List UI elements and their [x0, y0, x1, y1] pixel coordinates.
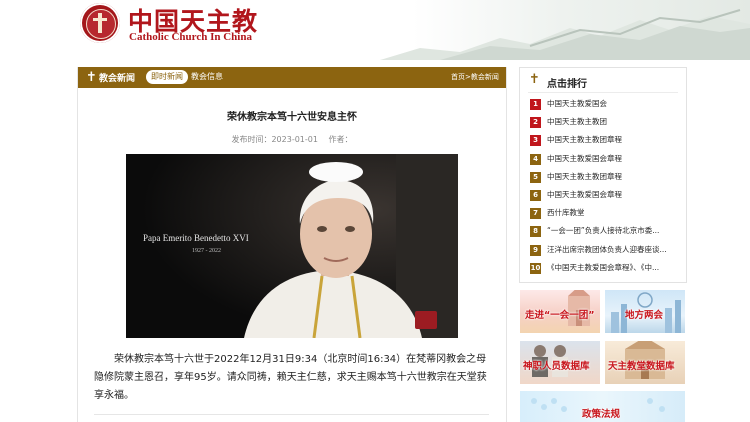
ranking-item[interactable]: 2 中国天主教主教团: [530, 114, 682, 132]
divider: [528, 92, 678, 93]
ranking-link[interactable]: 中国天主教主教团章程: [547, 171, 681, 182]
rank-number-badge: 9: [530, 244, 541, 256]
ranking-link[interactable]: 西什库教堂: [547, 207, 681, 218]
ranking-link[interactable]: 中国天主教主教团: [547, 116, 681, 127]
ranking-item[interactable]: 9 汪洋出席宗教团体负责人迎春座谈...: [530, 242, 682, 260]
banner-one-meeting-one-group[interactable]: 走进“一会一团”: [520, 290, 600, 333]
section-bar: ✝ 教会新闻 即时新闻 教会信息 首页>教会新闻: [78, 67, 506, 88]
logo-seal[interactable]: [80, 3, 120, 43]
tab-church-info[interactable]: 教会信息: [191, 71, 223, 83]
publish-date: 2023-01-01: [271, 135, 318, 144]
banner-label: 神职人员数据库: [523, 361, 590, 372]
article-photo: Papa Emerito Benedetto XVI 1927 - 2022: [126, 154, 458, 338]
ranking-panel: ✝ 点击排行 1 中国天主教爱国会 2 中国天主教主教团 3 中国天主教主教团章程 4 中国天…: [519, 67, 687, 283]
rank-number-badge: 7: [530, 208, 541, 220]
cross-icon: ✝: [529, 72, 540, 87]
banner-local-councils[interactable]: 地方两会: [605, 290, 685, 333]
rank-number-badge: 3: [530, 135, 541, 147]
section-title: 教会新闻: [99, 74, 136, 84]
banner-label: 天主教堂数据库: [608, 361, 675, 372]
ranking-link[interactable]: 中国天主教爱国会: [547, 98, 681, 109]
rank-number-badge: 4: [530, 153, 541, 165]
author-label: 作者：: [328, 135, 353, 144]
cross-icon: ✝: [86, 70, 97, 85]
banner-label: 政策法规: [582, 409, 621, 420]
ranking-list: 1 中国天主教爱国会 2 中国天主教主教团 3 中国天主教主教团章程 4 中国天主教爱国会章程…: [530, 96, 682, 278]
ranking-item[interactable]: 4 中国天主教爱国会章程: [530, 151, 682, 169]
ranking-item[interactable]: 5 中国天主教主教团章程: [530, 169, 682, 187]
ranking-link[interactable]: “一会一团”负责人接待北京市委...: [547, 225, 681, 236]
banner-label: 地方两会: [625, 310, 664, 321]
rank-number-badge: 2: [530, 117, 541, 129]
rank-number-badge: 10: [530, 262, 541, 274]
ranking-link[interactable]: 汪洋出席宗教团体负责人迎春座谈...: [547, 244, 681, 255]
divider: [94, 414, 489, 415]
banner-label: 走进“一会一团”: [525, 310, 595, 321]
ranking-link[interactable]: 《中国天主教爱国会章程》、《中...: [547, 262, 681, 273]
papal-emblem: [415, 311, 437, 329]
banner-policies-regulations[interactable]: 政策法规: [520, 391, 685, 422]
ranking-link[interactable]: 中国天主教爱国会章程: [547, 189, 681, 200]
publish-info: 发布时间：2023-01-01: [231, 135, 318, 144]
article-meta: 发布时间：2023-01-01 作者：: [78, 134, 506, 145]
banner-church-database[interactable]: 天主教堂数据库: [605, 341, 685, 384]
rank-number-badge: 5: [530, 171, 541, 183]
site-logo-subtitle: Catholic Church In China: [129, 31, 252, 43]
ranking-item[interactable]: 8 “一会一团”负责人接待北京市委...: [530, 223, 682, 241]
rank-number-badge: 6: [530, 189, 541, 201]
cross-icon-bar: [93, 18, 107, 21]
ranking-link[interactable]: 中国天主教主教团章程: [547, 134, 681, 145]
rank-number-badge: 1: [530, 99, 541, 110]
pope-portrait: [126, 154, 458, 338]
ranking-item[interactable]: 10 《中国天主教爱国会章程》、《中...: [530, 260, 682, 278]
rank-number-badge: 8: [530, 226, 541, 238]
article-title: 荣休教宗本笃十六世安息主怀: [227, 112, 357, 123]
banner-clergy-database[interactable]: 神职人员数据库: [520, 341, 600, 384]
great-wall-illustration: [380, 9, 750, 60]
ranking-item[interactable]: 7 西什库教堂: [530, 205, 682, 223]
article-body: 荣休教宗本笃十六世于2022年12月31日9:34（北京时间16:34）在梵蒂冈…: [94, 354, 487, 401]
photo-caption-years: 1927 - 2022: [192, 248, 221, 254]
tab-instant-news[interactable]: 即时新闻: [146, 70, 188, 84]
ranking-item[interactable]: 6 中国天主教爱国会章程: [530, 187, 682, 205]
site-header: 中国天主教 Catholic Church In China: [0, 0, 750, 60]
breadcrumb-home[interactable]: 首页: [451, 73, 465, 81]
ranking-title: 点击排行: [547, 79, 587, 90]
breadcrumb: 首页>教会新闻: [451, 72, 499, 82]
ranking-item[interactable]: 1 中国天主教爱国会: [530, 96, 682, 114]
publish-label: 发布时间：: [231, 135, 272, 144]
ranking-link[interactable]: 中国天主教爱国会章程: [547, 153, 681, 164]
ranking-item[interactable]: 3 中国天主教主教团章程: [530, 132, 682, 150]
breadcrumb-current[interactable]: 教会新闻: [471, 73, 499, 81]
cross-icon: [98, 13, 102, 33]
photo-caption: Papa Emerito Benedetto XVI: [143, 233, 249, 243]
main-panel: ✝ 教会新闻 即时新闻 教会信息 首页>教会新闻 荣休教宗本笃十六世安息主怀 发…: [77, 67, 507, 422]
